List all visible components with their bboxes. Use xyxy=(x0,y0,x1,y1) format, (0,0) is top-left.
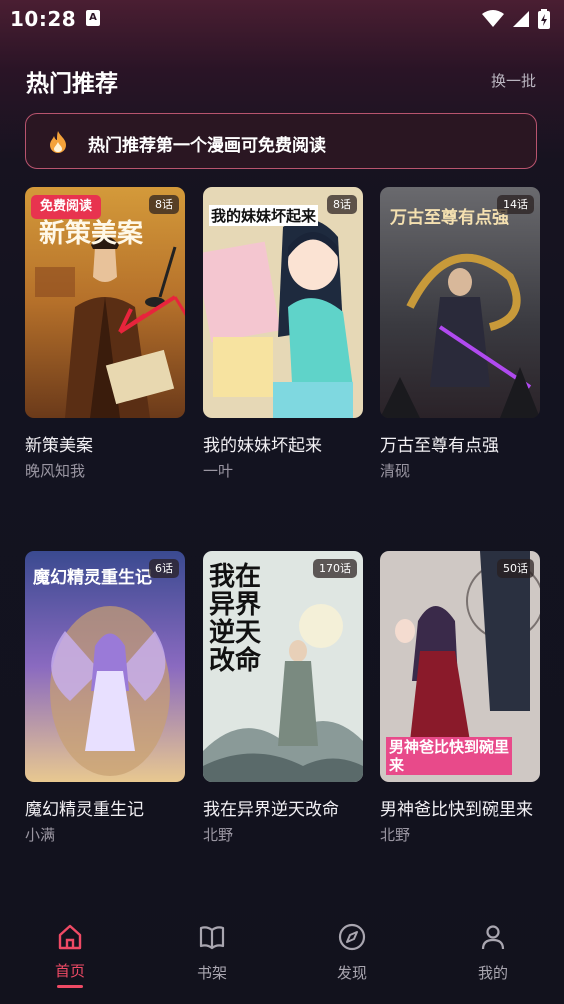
banner-text: 热门推荐第一个漫画可免费阅读 xyxy=(88,136,326,156)
comic-cover[interactable]: 新策美案 免费阅读 8话 xyxy=(25,187,185,418)
page-title: 热门推荐 xyxy=(26,71,118,97)
comic-cover[interactable]: 我的妹妹坏起来 8话 xyxy=(203,187,363,418)
tab-label: 我的 xyxy=(477,964,508,982)
compass-icon xyxy=(338,923,366,951)
signal-icon xyxy=(513,11,529,27)
tab-label: 发现 xyxy=(336,964,367,982)
comic-title[interactable]: 我的妹妹坏起来 xyxy=(203,431,367,456)
comic-author: 小满 xyxy=(25,826,56,844)
comic-title[interactable]: 男神爸比快到碗里来 xyxy=(380,795,544,820)
comic-author: 晚风知我 xyxy=(25,462,86,480)
battery-icon xyxy=(538,9,550,29)
free-read-badge: 免费阅读 xyxy=(31,195,102,219)
cover-title-art: 我在异界逆天改命 xyxy=(209,562,262,676)
comic-author: 清砚 xyxy=(380,462,411,480)
home-icon xyxy=(58,924,82,950)
cover-title-art: 万古至尊有点强 xyxy=(390,208,509,228)
episode-count-badge: 50话 xyxy=(497,559,534,578)
cover-title-art: 魔幻精灵重生记 xyxy=(33,568,152,588)
wifi-icon xyxy=(482,10,504,27)
cover-title-art: 我的妹妹坏起来 xyxy=(209,205,319,226)
comic-cover[interactable]: 我在异界逆天改命 170话 xyxy=(203,551,363,782)
status-bar: 10:28 A xyxy=(0,0,564,38)
comic-cover[interactable]: 男神爸比快到碗里来 50话 xyxy=(380,551,540,782)
comic-title[interactable]: 新策美案 xyxy=(25,431,189,456)
episode-count-badge: 170话 xyxy=(313,559,357,578)
book-icon xyxy=(199,926,225,950)
bottom-tab-bar: 首页 书架 发现 我的 xyxy=(0,905,564,1004)
episode-count-badge: 8话 xyxy=(149,195,179,214)
notification-icon: A xyxy=(86,10,100,26)
episode-count-badge: 14话 xyxy=(497,195,534,214)
status-time: 10:28 xyxy=(10,7,77,31)
tab-discover[interactable]: 发现 xyxy=(302,905,402,995)
tab-label: 书架 xyxy=(196,964,227,982)
comic-author: 北野 xyxy=(203,826,234,844)
tab-profile[interactable]: 我的 xyxy=(443,905,543,995)
comic-title[interactable]: 万古至尊有点强 xyxy=(380,431,544,456)
tab-home[interactable]: 首页 xyxy=(20,905,120,995)
status-icons xyxy=(482,9,550,29)
comic-author: 北野 xyxy=(380,826,411,844)
episode-count-badge: 8话 xyxy=(327,195,357,214)
free-read-banner[interactable]: 热门推荐第一个漫画可免费阅读 xyxy=(25,113,537,169)
comic-cover[interactable]: 魔幻精灵重生记 6话 xyxy=(25,551,185,782)
refresh-batch-button[interactable]: 换一批 xyxy=(491,70,536,91)
comic-cover[interactable]: 万古至尊有点强 14话 xyxy=(380,187,540,418)
cover-title-art: 男神爸比快到碗里来 xyxy=(386,737,512,775)
user-icon xyxy=(481,925,505,950)
comic-author: 一叶 xyxy=(203,462,234,480)
tab-label: 首页 xyxy=(54,962,85,980)
flame-icon xyxy=(50,131,66,153)
comic-title[interactable]: 魔幻精灵重生记 xyxy=(25,795,189,820)
active-tab-indicator xyxy=(57,985,83,988)
tab-bookshelf[interactable]: 书架 xyxy=(162,905,262,995)
episode-count-badge: 6话 xyxy=(149,559,179,578)
comic-title[interactable]: 我在异界逆天改命 xyxy=(203,795,367,820)
